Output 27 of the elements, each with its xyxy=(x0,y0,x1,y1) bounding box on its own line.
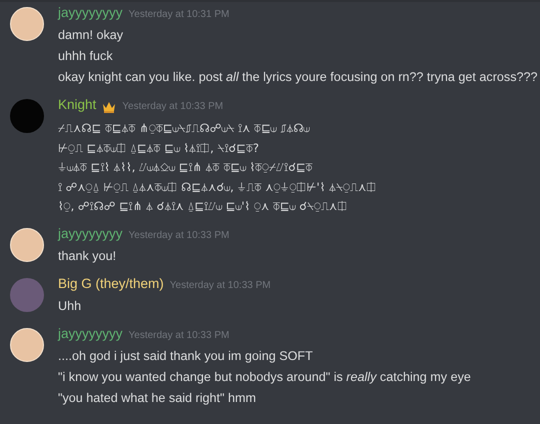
username[interactable]: Knight xyxy=(58,97,96,112)
message-text: ....oh god i just said thank you im going SOFT xyxy=(58,348,314,365)
username[interactable]: jayyyyyyyy xyxy=(58,326,123,340)
avatar[interactable] xyxy=(10,7,44,41)
avatar[interactable] xyxy=(10,228,44,262)
avatar[interactable] xyxy=(10,328,44,362)
message-text: "i know you wanted change but nobodys around" is really catching my eye xyxy=(58,368,471,386)
message-text: uhhh fuck xyxy=(58,48,114,65)
message-text: Uhh xyxy=(58,298,82,314)
message-text: ⊬⍜⎍ ⊑⏃⏁⟒⎅ ⍙⊑⏃⏁ ⊑⟒ ⌇⏃⟟⎅, ⍀⟟☌⊑⏁? xyxy=(58,140,260,156)
timestamp: Yesterday at 10:33 PM xyxy=(170,280,271,290)
timestamp: Yesterday at 10:33 PM xyxy=(128,230,230,240)
message-text: thank you! xyxy=(58,248,118,265)
message-text: ⏚⟒⏃⏁ ⊑⟟⌇ ⏃⌇⌇, ⌰⟒⏃⎐⟒ ⊑⟟⋔ ⏃⏁ ⏁⊑⟒ ⌇⏁⍜⌿⌰⟟☌⊑⏁ xyxy=(58,159,314,176)
message-text: "you hated what he said right" hmm xyxy=(58,390,257,407)
timestamp: Yesterday at 10:33 PM xyxy=(128,330,230,340)
message-text: okay knight can you like. post all the lyrics youre focusing on rn?? tryna get across??? xyxy=(58,69,538,86)
username[interactable]: jayyyyyyyy xyxy=(58,226,123,240)
crown-icon xyxy=(102,101,116,113)
timestamp: Yesterday at 10:31 PM xyxy=(128,9,230,20)
message-text: damn! okay xyxy=(58,27,124,44)
message-text: ⌿⎍⋏☊⊑ ⏁⊑⏃⏁ ⋔⍜⏁⊑⟒⍀⎎⎍☊☍⟒⍀ ⟟⋏ ⏁⊑⟒ ⎎⏃☊⟒ xyxy=(58,120,311,137)
username[interactable]: jayyyyyyyy xyxy=(58,5,123,20)
username[interactable]: Big G (they/them) xyxy=(58,276,164,290)
message-text: ⟟ ☍⋏⍜⍙ ⊬⍜⎍ ⍙⏃⋏⏁⟒⎅ ☊⊑⏃⋏☌⟒, ⏚⎍⏁ ⋏⍜⏚⍜⎅⊬'⌇ ⏃⍀⍜⎍⋏⎅ xyxy=(58,178,376,196)
timestamp: Yesterday at 10:33 PM xyxy=(122,101,224,112)
message-text: ⌇⍜, ☍⟟☊☍ ⊑⟟⋔ ⏃ ☌⏃⟟⋏ ⍙⊑⟟⌰⟒ ⊑⟒'⌇ ⍜⋏ ⏁⊑⟒ ☌⍀⍜⎍⋏⎅ xyxy=(58,198,348,215)
